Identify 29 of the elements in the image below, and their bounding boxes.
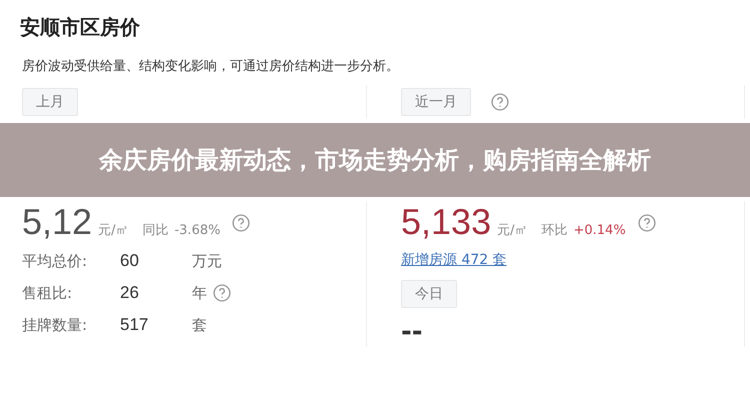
change-label: 同比: [142, 222, 168, 239]
stat-value: 60: [120, 251, 140, 271]
price-value: 5,12: [22, 201, 92, 243]
help-icon[interactable]: [491, 93, 509, 111]
stat-unit: 套: [192, 316, 207, 334]
stat-label: 挂牌数量:: [22, 316, 88, 334]
page-title: 安顺市区房价: [20, 14, 141, 41]
price-unit: 元/㎡: [98, 222, 128, 239]
stat-label: 售租比:: [22, 284, 74, 302]
help-icon[interactable]: [232, 214, 250, 232]
stat-value: 26: [120, 283, 140, 303]
period-tag: 今日: [401, 280, 457, 308]
description-text: 房价波动受供给量、结构变化影响，可通过房价结构进一步分析。: [22, 58, 400, 75]
stat-label: 平均总价:: [22, 252, 88, 270]
new-listings-link[interactable]: 新增房源 472 套: [401, 251, 507, 269]
price-unit: 元/㎡: [497, 222, 528, 239]
stat-unit: 万元: [192, 252, 222, 270]
period-tag: 上月: [22, 88, 78, 116]
help-icon[interactable]: [638, 214, 656, 232]
change-value: +0.14%: [573, 223, 626, 238]
help-icon[interactable]: [213, 284, 231, 302]
change-value: -3.68%: [174, 223, 220, 238]
period-tag: 近一月: [401, 88, 471, 116]
stat-unit: 年: [192, 284, 207, 302]
price-value: 5,133: [401, 201, 492, 243]
change-label: 环比: [541, 222, 568, 239]
banner-title: 余庆房价最新动态，市场走势分析，购房指南全解析: [98, 145, 652, 176]
stat-value: 517: [120, 315, 150, 335]
today-value: --: [401, 317, 424, 347]
